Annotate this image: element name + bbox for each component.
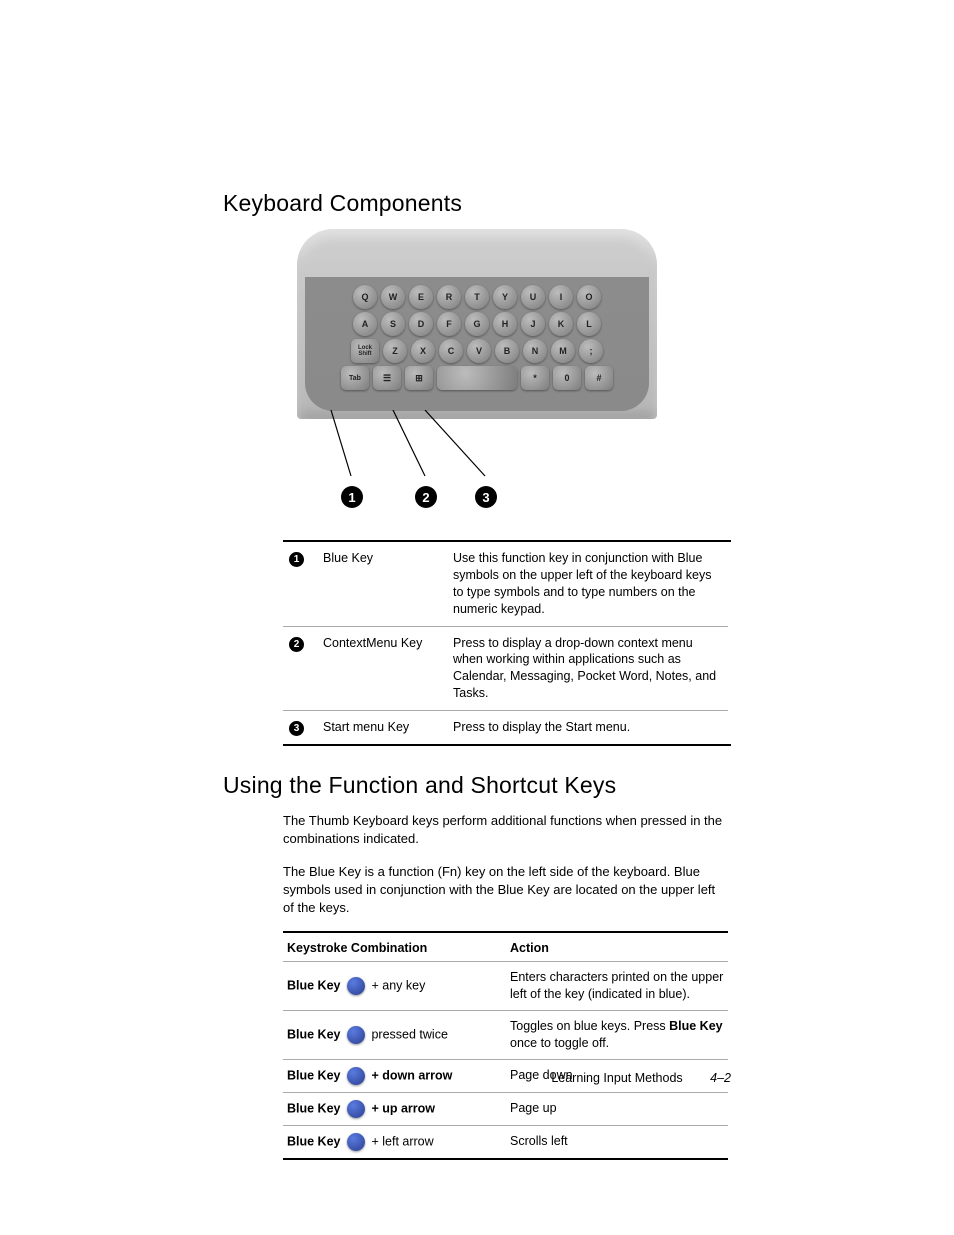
row-number: 2 xyxy=(289,637,304,652)
blue-key-icon xyxy=(347,977,365,995)
table-header: Action xyxy=(506,933,728,962)
key: J xyxy=(521,312,545,336)
blue-key-label: Blue Key xyxy=(287,978,341,992)
component-desc: Press to display the Start menu. xyxy=(447,711,728,744)
row-number: 1 xyxy=(289,552,304,567)
key: Q xyxy=(353,285,377,309)
table-row: 1 Blue Key Use this function key in conj… xyxy=(283,542,728,626)
key: S xyxy=(381,312,405,336)
heading-keyboard-components: Keyboard Components xyxy=(223,190,731,217)
table-row: Blue Key + up arrow Page up xyxy=(283,1093,728,1126)
table-row: 2 ContextMenu Key Press to display a dro… xyxy=(283,627,728,711)
action-text: Scrolls left xyxy=(506,1126,728,1158)
key: K xyxy=(549,312,573,336)
action-text: Page up xyxy=(506,1093,728,1126)
shortcut-table: Keystroke Combination Action Blue Key + … xyxy=(283,933,728,1158)
component-desc: Press to display a drop-down context men… xyxy=(447,627,728,711)
key-start-menu: ⊞ xyxy=(405,366,433,390)
component-name: ContextMenu Key xyxy=(317,627,447,711)
callout-1: 1 xyxy=(341,486,363,508)
blue-key-icon xyxy=(347,1100,365,1118)
key-shift: LockShift xyxy=(351,339,379,363)
table-row: Blue Key + any key Enters characters pri… xyxy=(283,962,728,1010)
combo-suffix: + left arrow xyxy=(371,1134,433,1148)
key: W xyxy=(381,285,405,309)
key: F xyxy=(437,312,461,336)
combo-suffix: pressed twice xyxy=(371,1027,447,1041)
page-footer: Learning Input Methods 4–2 xyxy=(551,1071,731,1085)
key: H xyxy=(493,312,517,336)
blue-key-label: Blue Key xyxy=(287,1134,341,1148)
component-name: Blue Key xyxy=(317,542,447,626)
combo-suffix: + any key xyxy=(371,978,425,992)
blue-key-icon xyxy=(347,1133,365,1151)
table-row: Blue Key pressed twice Toggles on blue k… xyxy=(283,1011,728,1059)
row-number: 3 xyxy=(289,721,304,736)
component-table: 1 Blue Key Use this function key in conj… xyxy=(283,540,731,746)
key: O xyxy=(577,285,601,309)
key: ; xyxy=(579,339,603,363)
key: T xyxy=(465,285,489,309)
key: Z xyxy=(383,339,407,363)
key-context-menu: ☰ xyxy=(373,366,401,390)
paragraph: The Blue Key is a function (Fn) key on t… xyxy=(283,863,728,918)
key: D xyxy=(409,312,433,336)
keyboard-figure: Q W E R T Y U I O A S D F G H J xyxy=(223,229,731,510)
footer-page-number: 4–2 xyxy=(710,1071,731,1085)
heading-fn-shortcut: Using the Function and Shortcut Keys xyxy=(223,772,731,799)
blue-key-icon xyxy=(347,1067,365,1085)
key: M xyxy=(551,339,575,363)
footer-section: Learning Input Methods xyxy=(551,1071,682,1085)
key: A xyxy=(353,312,377,336)
key: I xyxy=(549,285,573,309)
key: E xyxy=(409,285,433,309)
key: U xyxy=(521,285,545,309)
action-text: Toggles on blue keys. Press Blue Key onc… xyxy=(506,1011,728,1059)
key: N xyxy=(523,339,547,363)
key: V xyxy=(467,339,491,363)
component-desc: Use this function key in conjunction wit… xyxy=(447,542,728,626)
blue-key-icon xyxy=(347,1026,365,1044)
callout-2: 2 xyxy=(415,486,437,508)
key-space xyxy=(437,366,517,390)
callout-3: 3 xyxy=(475,486,497,508)
key: # xyxy=(585,366,613,390)
key: 0 xyxy=(553,366,581,390)
blue-key-label: Blue Key xyxy=(287,1101,341,1115)
table-row: 3 Start menu Key Press to display the St… xyxy=(283,711,728,744)
key: R xyxy=(437,285,461,309)
blue-key-label: Blue Key xyxy=(287,1027,341,1041)
key: C xyxy=(439,339,463,363)
key: * xyxy=(521,366,549,390)
device-illustration: Q W E R T Y U I O A S D F G H J xyxy=(297,229,657,419)
table-header: Keystroke Combination xyxy=(283,933,506,962)
key: G xyxy=(465,312,489,336)
key: B xyxy=(495,339,519,363)
table-row: Blue Key + left arrow Scrolls left xyxy=(283,1126,728,1158)
key: X xyxy=(411,339,435,363)
key: L xyxy=(577,312,601,336)
combo-suffix: + up arrow xyxy=(371,1101,435,1115)
paragraph: The Thumb Keyboard keys perform addition… xyxy=(283,812,728,848)
combo-suffix: + down arrow xyxy=(371,1068,452,1082)
component-name: Start menu Key xyxy=(317,711,447,744)
blue-key-label: Blue Key xyxy=(287,1068,341,1082)
key-tab: Tab xyxy=(341,366,369,390)
action-text: Enters characters printed on the upper l… xyxy=(506,962,728,1010)
key: Y xyxy=(493,285,517,309)
